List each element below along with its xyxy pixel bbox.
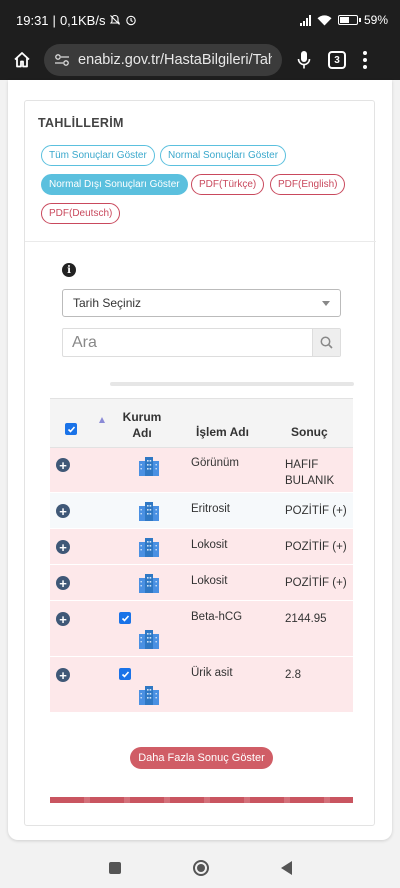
islem-cell: Lokosit — [191, 539, 228, 551]
expand-row-icon[interactable]: + — [56, 540, 70, 554]
recents-icon[interactable] — [108, 862, 121, 874]
table-row: + Lokosit POZİTİF (+) — [50, 565, 353, 601]
building-icon — [138, 628, 160, 653]
pdf-turkish-button[interactable]: PDF(Türkçe) — [191, 174, 265, 195]
expand-row-icon[interactable]: + — [56, 668, 70, 682]
row-checkbox[interactable] — [119, 668, 131, 680]
table-row: + Beta-hCG 2144.95 — [50, 601, 353, 657]
chevron-down-icon — [322, 300, 330, 306]
select-all-checkbox[interactable] — [65, 423, 77, 435]
results-table: Kurum Adı İşlem Adı Sonuç + Görünüm HAFI… — [50, 398, 353, 713]
sonuc-cell: POZİTİF (+) — [285, 505, 347, 517]
more-menu-icon[interactable] — [362, 51, 368, 69]
table-row: + Eritrosit POZİTİF (+) — [50, 493, 353, 529]
row-checkbox[interactable] — [119, 612, 131, 624]
url-text: enabiz.gov.tr/HastaBilgileri/Tahliller — [78, 52, 272, 68]
column-header-sonuc[interactable]: Sonuç — [291, 425, 328, 439]
islem-cell: Ürik asit — [191, 667, 233, 679]
bell-off-icon — [110, 14, 121, 25]
url-bar[interactable]: enabiz.gov.tr/HastaBilgileri/Tahliller — [44, 44, 282, 76]
search-button[interactable] — [312, 329, 340, 356]
expand-row-icon[interactable]: + — [56, 576, 70, 590]
wifi-icon — [317, 14, 332, 25]
islem-cell: Eritrosit — [191, 503, 230, 515]
status-bar: 19:31 | 0,1KB/s 59% — [0, 0, 400, 40]
sonuc-cell: 2144.95 — [285, 613, 327, 625]
sonuc-cell: POZİTİF (+) — [285, 541, 347, 553]
horizontal-scrollbar[interactable] — [110, 382, 354, 386]
table-row: + Lokosit POZİTİF (+) — [50, 529, 353, 565]
page-content: TAHLİLLERİM Tüm Sonuçları Göster Normal … — [8, 80, 392, 840]
back-icon[interactable] — [280, 861, 292, 875]
alarm-icon — [126, 15, 137, 26]
battery-icon — [337, 15, 361, 25]
column-header-islem[interactable]: İşlem Adı — [196, 425, 249, 439]
show-more-results-button[interactable]: Daha Fazla Sonuç Göster — [130, 747, 273, 769]
expand-row-icon[interactable]: + — [56, 504, 70, 518]
search-input[interactable] — [63, 329, 312, 356]
building-icon — [138, 500, 160, 525]
decorative-footer-bar — [50, 797, 353, 803]
expand-row-icon[interactable]: + — [56, 612, 70, 626]
pdf-german-button[interactable]: PDF(Deutsch) — [41, 203, 121, 224]
date-select[interactable]: Tarih Seçiniz — [62, 289, 341, 317]
building-icon — [138, 536, 160, 561]
microphone-icon[interactable] — [292, 48, 316, 72]
tab-switcher-button[interactable]: 3 — [328, 51, 346, 69]
islem-cell: Görünüm — [191, 457, 239, 469]
date-select-value: Tarih Seçiniz — [73, 296, 142, 310]
table-row: + Görünüm HAFIF BULANIK — [50, 448, 353, 493]
section-title: TAHLİLLERİM — [38, 116, 124, 130]
system-nav-bar — [0, 848, 400, 888]
islem-cell: Beta-hCG — [191, 611, 243, 623]
pdf-english-button[interactable]: PDF(English) — [270, 174, 346, 195]
divider — [25, 241, 376, 242]
building-icon — [138, 455, 160, 480]
building-icon — [138, 572, 160, 597]
sort-asc-icon[interactable] — [99, 417, 105, 423]
network-speed: 0,1KB/s — [59, 12, 106, 28]
islem-cell: Lokosit — [191, 575, 228, 587]
sonuc-cell: POZİTİF (+) — [285, 577, 347, 589]
home-circle-icon[interactable] — [192, 860, 209, 876]
column-header-kurum[interactable]: Kurum Adı — [122, 409, 162, 441]
table-header: Kurum Adı İşlem Adı Sonuç — [50, 398, 353, 448]
expand-row-icon[interactable]: + — [56, 458, 70, 472]
browser-toolbar: enabiz.gov.tr/HastaBilgileri/Tahliller 3 — [0, 40, 400, 80]
clock: 19:31 — [16, 12, 49, 28]
show-normal-results-button[interactable]: Normal Sonuçları Göster — [160, 145, 287, 166]
sonuc-cell: 2.8 — [285, 669, 301, 681]
home-icon[interactable] — [8, 46, 36, 74]
battery-percent: 59% — [363, 13, 388, 27]
info-icon[interactable]: i — [62, 263, 76, 277]
building-icon — [138, 684, 160, 709]
site-settings-icon[interactable] — [54, 53, 70, 67]
signal-icon — [299, 14, 311, 26]
table-row: + Ürik asit 2.8 — [50, 657, 353, 713]
show-abnormal-results-button[interactable]: Normal Dışı Sonuçları Göster — [41, 174, 188, 195]
search-box — [62, 328, 341, 357]
results-card: TAHLİLLERİM Tüm Sonuçları Göster Normal … — [24, 100, 376, 826]
sonuc-cell: HAFIF BULANIK — [285, 459, 335, 487]
show-all-results-button[interactable]: Tüm Sonuçları Göster — [41, 145, 155, 166]
search-icon — [320, 336, 333, 349]
